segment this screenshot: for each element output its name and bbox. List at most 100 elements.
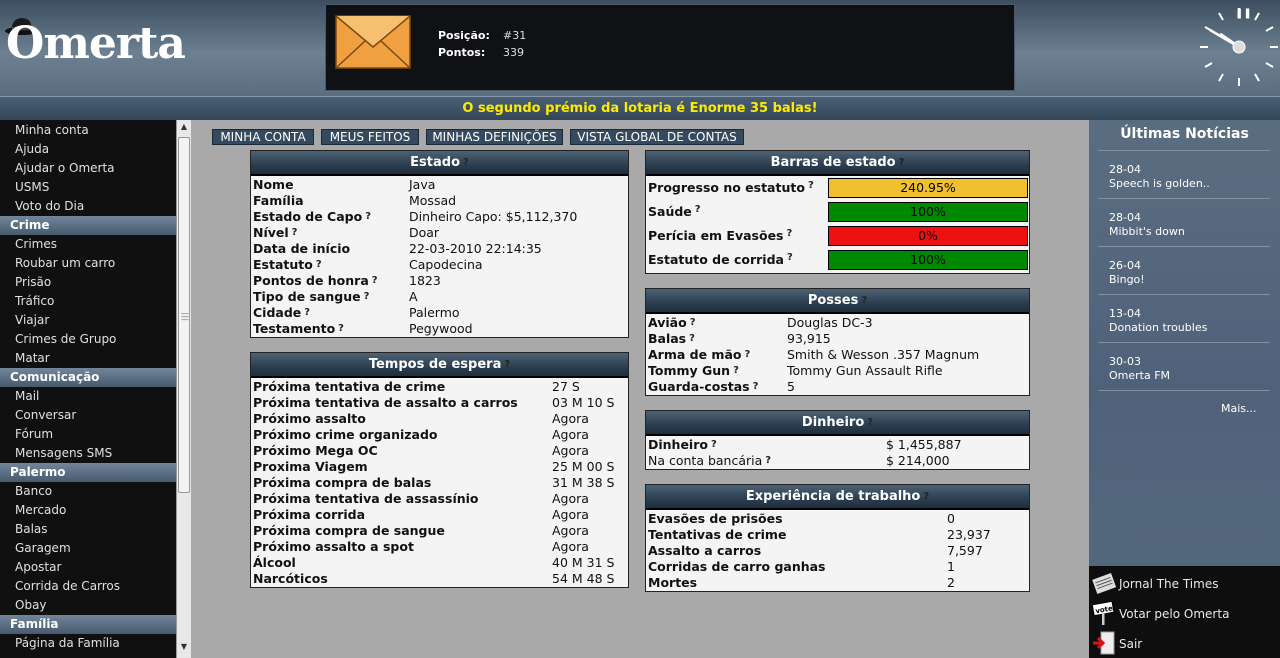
experiencia-row: Evasões de prisões 0 <box>646 511 1029 527</box>
sidebar-item[interactable]: Tráfico <box>0 292 176 311</box>
news-item-link[interactable]: Bingo! <box>1109 273 1145 286</box>
sidebar-item[interactable]: Apostar <box>0 558 176 577</box>
estado-value: 22-03-2010 22:14:35 <box>409 241 542 256</box>
help-icon[interactable]: ? <box>744 349 750 360</box>
sidebar-item[interactable]: Mail <box>0 387 176 406</box>
news-item-link[interactable]: Mibbit's down <box>1109 225 1185 238</box>
help-icon[interactable]: ? <box>695 204 701 215</box>
sidebar-item[interactable]: Crimes <box>0 235 176 254</box>
estado-value: A <box>409 289 418 304</box>
sidebar-scrollbar[interactable]: ▲ — — — ▼ <box>176 120 191 658</box>
help-icon[interactable]: ? <box>787 252 793 263</box>
sidebar-item[interactable]: Viajar <box>0 311 176 330</box>
news-item-link[interactable]: Donation troubles <box>1109 321 1207 334</box>
position-value: #31 <box>503 29 527 42</box>
sidebar-item[interactable]: Voto do Dia <box>0 197 176 216</box>
sidebar-item[interactable]: Ajudar o Omerta <box>0 159 176 178</box>
help-icon[interactable]: ? <box>753 381 759 392</box>
dinheiro-label: Dinheiro? <box>648 437 717 452</box>
tab-meus-feitos[interactable]: MEUS FEITOS <box>321 129 419 145</box>
estado-value: Java <box>409 177 436 192</box>
help-icon[interactable]: ? <box>463 157 469 168</box>
posses-label: Avião? <box>648 315 696 330</box>
sidebar-item[interactable]: Mensagens SMS <box>0 444 176 463</box>
sidebar-item[interactable]: Conversar <box>0 406 176 425</box>
estado-label: Nível? <box>253 225 298 240</box>
dinheiro-row: Na conta bancária? $ 214,000 <box>646 453 1029 469</box>
experiencia-value: 23,937 <box>947 527 991 542</box>
sidebar-item[interactable]: Roubar um carro <box>0 254 176 273</box>
experiencia-row: Assalto a carros 7,597 <box>646 543 1029 559</box>
scroll-grip-icon: — — — <box>181 309 189 324</box>
help-icon[interactable]: ? <box>808 180 814 191</box>
estado-row: Nome Java <box>251 177 628 193</box>
help-icon[interactable]: ? <box>867 417 873 428</box>
tab-vista-global[interactable]: VISTA GLOBAL DE CONTAS <box>570 129 744 145</box>
sidebar-item[interactable]: Ajuda <box>0 140 176 159</box>
sidebar-item[interactable]: USMS <box>0 178 176 197</box>
help-icon[interactable]: ? <box>364 291 370 302</box>
help-icon[interactable]: ? <box>372 275 378 286</box>
tempos-row: Próxima tentativa de assalto a carros 03 … <box>251 395 628 411</box>
help-icon[interactable]: ? <box>689 333 695 344</box>
tempos-row: Proxima Viagem 25 M 00 S <box>251 459 628 475</box>
tempos-label: Próxima tentativa de crime <box>253 379 446 394</box>
sidebar-item[interactable]: Obay <box>0 596 176 615</box>
news-separator <box>1098 342 1270 343</box>
posses-row: Balas? 93,915 <box>646 331 1029 347</box>
news-item-link[interactable]: Omerta FM <box>1109 369 1170 382</box>
vote-sign-icon: vote! <box>1091 600 1117 625</box>
experiencia-value: 7,597 <box>947 543 983 558</box>
estado-value: Pegywood <box>409 321 473 336</box>
help-icon[interactable]: ? <box>787 228 793 239</box>
tab-minhas-definicoes[interactable]: MINHAS DEFINIÇÕES <box>426 129 563 145</box>
experiencia-label: Corridas de carro ganhas <box>648 559 826 574</box>
vote-link[interactable]: vote! Votar pelo Omerta <box>1089 600 1280 628</box>
tempos-label: Próximo assalto a spot <box>253 539 414 554</box>
estado-row: Testamento? Pegywood <box>251 321 628 337</box>
help-icon[interactable]: ? <box>899 157 905 168</box>
help-icon[interactable]: ? <box>711 439 717 450</box>
times-newspaper-link[interactable]: Jornal The Times <box>1089 570 1280 598</box>
help-icon[interactable]: ? <box>765 455 771 466</box>
sidebar-item[interactable]: Corrida de Carros <box>0 577 176 596</box>
mail-envelope-icon[interactable] <box>335 15 411 69</box>
tempos-row: Próximo crime organizado Agora <box>251 427 628 443</box>
tempos-row: Narcóticos 54 M 48 S <box>251 571 628 587</box>
scroll-thumb[interactable]: — — — <box>178 137 190 493</box>
help-icon[interactable]: ? <box>923 491 929 502</box>
help-icon[interactable]: ? <box>292 227 298 238</box>
scroll-up-arrow-icon[interactable]: ▲ <box>177 122 191 134</box>
sidebar-item[interactable]: Banco <box>0 482 176 501</box>
logo[interactable]: Omerta <box>4 14 186 72</box>
scroll-down-arrow-icon[interactable]: ▼ <box>177 642 191 654</box>
help-icon[interactable]: ? <box>504 359 510 370</box>
help-icon[interactable]: ? <box>733 365 739 376</box>
sidebar-item[interactable]: Matar <box>0 349 176 368</box>
help-icon[interactable]: ? <box>365 211 371 222</box>
news-more-link[interactable]: Mais... <box>1221 402 1257 415</box>
tab-minha-conta[interactable]: MINHA CONTA <box>212 129 314 145</box>
sidebar-item[interactable]: Fórum <box>0 425 176 444</box>
estado-row: Família Mossad <box>251 193 628 209</box>
news-item-link[interactable]: Speech is golden.. <box>1109 177 1210 190</box>
sidebar-item[interactable]: Prisão <box>0 273 176 292</box>
sidebar-item[interactable]: Página da Família <box>0 634 176 653</box>
help-icon[interactable]: ? <box>338 323 344 334</box>
sidebar-item[interactable]: Minha conta <box>0 121 176 140</box>
status-bar-row: Progresso no estatuto? 240.95% <box>646 176 1029 200</box>
tempos-label: Próximo Mega OC <box>253 443 378 458</box>
help-icon[interactable]: ? <box>316 259 322 270</box>
panel-estado: Estado? Nome Java Família Mossad Estado de C… <box>250 150 629 338</box>
logout-link[interactable]: Sair <box>1089 630 1280 658</box>
sidebar-item[interactable]: Balas <box>0 520 176 539</box>
sidebar-item[interactable]: Crimes de Grupo <box>0 330 176 349</box>
sidebar-item[interactable]: Garagem <box>0 539 176 558</box>
panel-experiencia: Experiência de trabalho? Evasões de pris… <box>645 484 1030 592</box>
sidebar-item[interactable]: Mercado <box>0 501 176 520</box>
help-icon[interactable]: ? <box>861 295 867 306</box>
posses-row: Avião? Douglas DC-3 <box>646 315 1029 331</box>
help-icon[interactable]: ? <box>304 307 310 318</box>
help-icon[interactable]: ? <box>690 317 696 328</box>
estado-value: Doar <box>409 225 440 240</box>
